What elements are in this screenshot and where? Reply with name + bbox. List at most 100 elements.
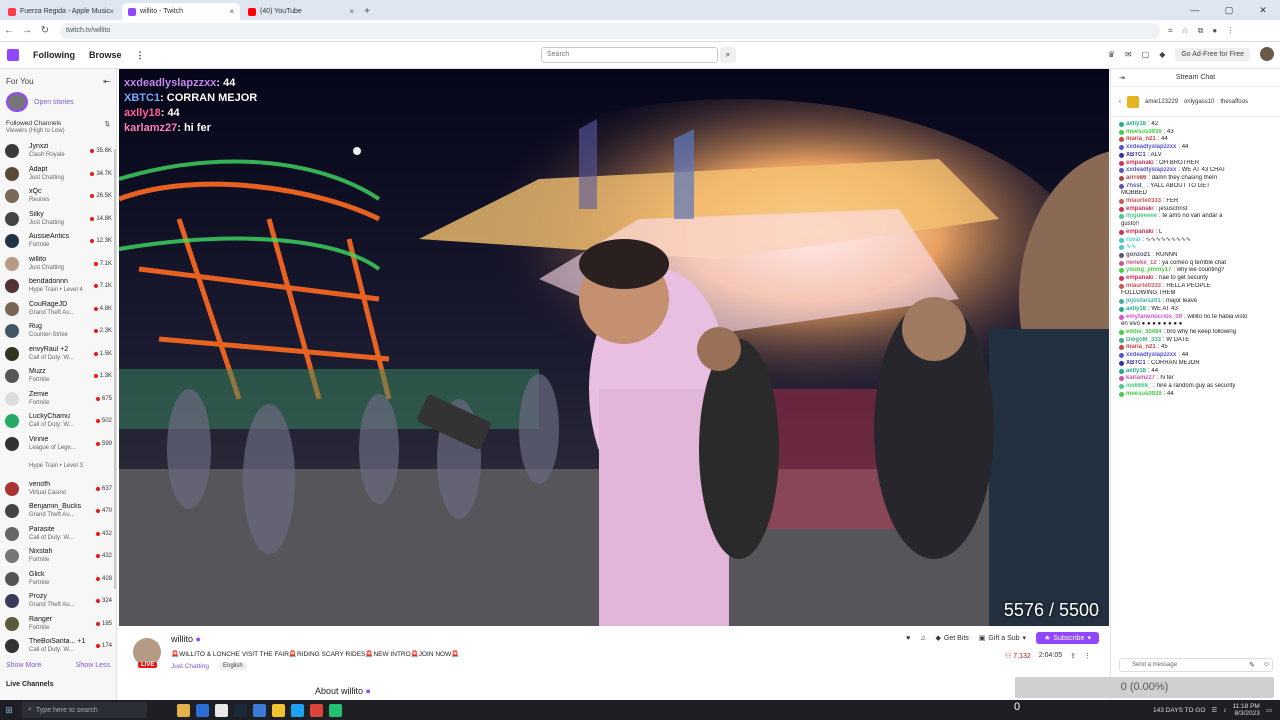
close-tab-icon[interactable]: × xyxy=(349,7,354,16)
notification-center-icon[interactable]: ▭ xyxy=(1266,706,1272,714)
followed-channel-item[interactable]: Jynxzi Clash Royale 35.6K xyxy=(0,140,116,163)
followed-channel-item[interactable]: Glick Fortnite 428 xyxy=(0,568,116,591)
followed-channel-item[interactable]: Muzz Fortnite 1.3K xyxy=(0,365,116,388)
chat-username[interactable]: gonzo21 xyxy=(1126,252,1150,260)
chat-username[interactable]: xxdeadlyslapzzxx xyxy=(1126,167,1176,175)
followed-channel-item[interactable]: Vinnie League of Lege... 599 xyxy=(0,433,116,456)
inbox-icon[interactable]: ✉ xyxy=(1125,50,1132,59)
file-icon[interactable] xyxy=(215,703,228,717)
chat-username[interactable]: axlly18 xyxy=(1126,368,1146,376)
chat-username[interactable]: 7hsst_ xyxy=(1126,183,1145,191)
app-icon[interactable] xyxy=(196,703,209,717)
edge-icon[interactable] xyxy=(253,703,266,717)
chat-username[interactable]: arrrii66 xyxy=(1126,175,1146,183)
folder-icon[interactable] xyxy=(272,703,285,717)
maximize-icon[interactable]: ▢ xyxy=(1212,0,1246,20)
more-icon[interactable]: ⋮ xyxy=(136,50,145,61)
chevron-left-icon[interactable]: ‹ xyxy=(1119,99,1121,105)
followed-channel-item[interactable]: xQc Reunes 26.5K xyxy=(0,185,116,208)
followed-channel-item[interactable]: Prozy Grand Theft Au... 324 xyxy=(0,590,116,613)
video-player[interactable]: xxdeadlyslapzzxx: 44 XBTC1: CORRAN MEJOR a… xyxy=(119,69,1109,626)
chat-username[interactable]: empanaki xyxy=(1126,160,1154,168)
chat-username[interactable]: meesus0939 xyxy=(1126,129,1162,137)
forward-icon[interactable]: → xyxy=(18,25,36,36)
close-tab-icon[interactable]: × xyxy=(109,7,114,16)
chat-username[interactable]: xxdeadlyslapzzxx xyxy=(1126,352,1176,360)
notifications-icon[interactable]: ▢ xyxy=(1142,50,1150,59)
chat-username[interactable]: me6666_ xyxy=(1126,383,1151,391)
show-more-link[interactable]: Show More xyxy=(6,662,41,669)
chat-username[interactable]: young_jimmy17 xyxy=(1126,267,1171,275)
user-avatar[interactable] xyxy=(1260,47,1274,61)
clock[interactable]: 11:18 PM 8/3/2023 xyxy=(1233,703,1260,717)
nav-browse[interactable]: Browse xyxy=(89,50,122,60)
stories-avatar[interactable] xyxy=(6,92,28,112)
followed-channel-item[interactable]: AussieAntics Fortnite 12.3K xyxy=(0,230,116,253)
emote-icon[interactable]: ☺ xyxy=(1263,661,1270,669)
reload-icon[interactable]: ↻ xyxy=(36,25,54,36)
steam-icon[interactable] xyxy=(234,703,247,717)
bell-icon[interactable]: ♫ xyxy=(920,635,925,642)
chat-username[interactable]: mlaurte0333 xyxy=(1126,283,1161,291)
followed-channel-item[interactable]: bendadonnn Hype Train • Level 4 7.1K xyxy=(0,275,116,298)
browser-icon[interactable] xyxy=(291,703,304,717)
language-tag[interactable]: English xyxy=(219,662,247,670)
chat-username[interactable]: meesus0939 xyxy=(1126,391,1162,399)
sort-icon[interactable]: ⇅ xyxy=(105,120,110,128)
translate-icon[interactable]: ⌗ xyxy=(1168,26,1173,36)
chat-username[interactable]: neneke_12 xyxy=(1126,260,1157,268)
taskbar-search[interactable]: ⌕ Type here to search xyxy=(22,702,147,718)
browser-tab[interactable]: (40) YouTube × xyxy=(242,3,360,20)
new-tab-icon[interactable]: + xyxy=(360,3,374,20)
leaderboard-user[interactable]: onlygass10 xyxy=(1184,99,1214,105)
close-window-icon[interactable]: ✕ xyxy=(1246,0,1280,20)
get-bits-button[interactable]: ◆ Get Bits xyxy=(935,634,968,643)
minimize-icon[interactable]: — xyxy=(1178,0,1212,20)
ad-free-button[interactable]: Go Ad-Free for Free xyxy=(1175,47,1250,61)
extension-icon[interactable]: ⧉ xyxy=(1198,26,1204,36)
chat-username[interactable]: empanaki xyxy=(1126,275,1154,283)
chat-username[interactable]: mlaurte0333 xyxy=(1126,198,1161,206)
followed-channel-item[interactable]: willito Just Chatting 7.1K xyxy=(0,253,116,276)
search-icon[interactable]: ⌕ xyxy=(720,47,736,63)
chat-username[interactable]: xxdeadlyslapzzxx xyxy=(1126,144,1176,152)
url-input[interactable]: twitch.tv/willito xyxy=(60,22,1160,39)
followed-channel-item[interactable]: Rug Counter-Strike 2.3K xyxy=(0,320,116,343)
browser-tab[interactable]: willito - Twitch × xyxy=(122,3,240,20)
prime-icon[interactable]: ♛ xyxy=(1108,50,1115,59)
star-icon[interactable]: ☆ xyxy=(1182,26,1189,36)
followed-channel-item[interactable]: Benjamin_Bucks Grand Theft Au... 470 xyxy=(0,500,116,523)
chat-username[interactable]: ruvai xyxy=(1126,237,1140,245)
chat-username[interactable]: maria_n21 xyxy=(1126,344,1156,352)
chat-username[interactable]: maria_n21 xyxy=(1126,136,1156,144)
share-icon[interactable]: ⇪ xyxy=(1070,652,1076,660)
followed-channel-item[interactable]: Hype Train • Level 3 xyxy=(0,455,116,478)
open-stories-link[interactable]: Open stories xyxy=(34,99,74,106)
collapse-icon[interactable]: ⇤ xyxy=(103,77,110,86)
followed-channel-item[interactable]: Zemie Fortnite 675 xyxy=(0,388,116,411)
chat-username[interactable]: DiegoM_333 xyxy=(1126,337,1161,345)
subscribe-button[interactable]: ★ Subscribe ▾ xyxy=(1036,632,1099,644)
browser-tab[interactable]: Fuerza Regida - Apple Music × xyxy=(2,3,120,20)
gift-sub-button[interactable]: ▣ Gift a Sub ▾ xyxy=(979,634,1026,643)
profile-icon[interactable]: ● xyxy=(1212,26,1217,36)
chat-username[interactable]: axlly18 xyxy=(1126,121,1146,129)
chat-username[interactable]: axlly18 xyxy=(1126,306,1146,314)
chrome-icon[interactable] xyxy=(310,703,323,717)
leaderboard-user[interactable]: thesaffoos xyxy=(1220,99,1248,105)
stories-row[interactable]: Open stories xyxy=(0,90,116,114)
chat-username[interactable]: karlamz27 xyxy=(1126,375,1155,383)
followed-channel-item[interactable]: venofh Virtual Casino 637 xyxy=(0,478,116,501)
stream-category-link[interactable]: Just Chatting xyxy=(171,663,209,670)
chat-username[interactable]: empanaki xyxy=(1126,229,1154,237)
followed-channel-item[interactable]: envyRaul +2 Call of Duty: W... 1.5K xyxy=(0,343,116,366)
chat-username[interactable]: XBTC1 xyxy=(1126,152,1146,160)
collapse-chat-icon[interactable]: ⇥ xyxy=(1119,74,1125,82)
network-icon[interactable]: ☰ xyxy=(1211,706,1217,714)
close-tab-icon[interactable]: × xyxy=(229,7,234,16)
followed-channel-item[interactable]: TheBoiSanta... +1 Call of Duty: W... 174 xyxy=(0,635,116,658)
more-options-icon[interactable]: ⋮ xyxy=(1084,652,1091,660)
channel-name-text[interactable]: willito xyxy=(171,634,193,644)
bits-cheer-icon[interactable]: ✎ xyxy=(1249,661,1255,669)
weather-icon[interactable] xyxy=(177,703,190,717)
